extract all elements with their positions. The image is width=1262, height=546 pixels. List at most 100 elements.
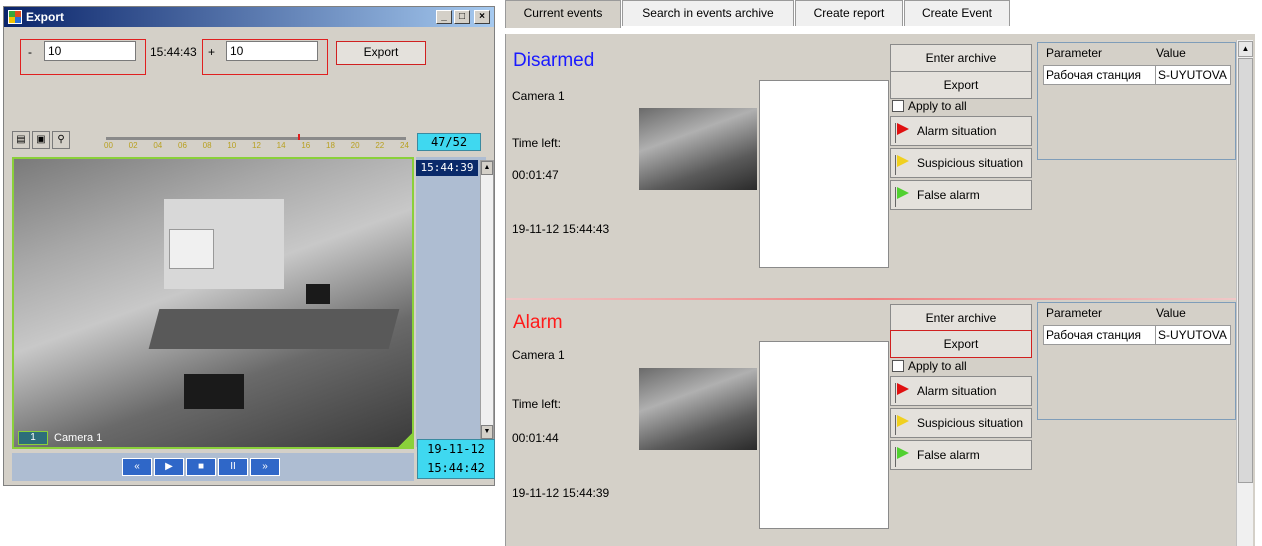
parameter-cell[interactable]: Рабочая станция bbox=[1043, 65, 1156, 85]
time-text: 15:44:42 bbox=[427, 461, 485, 475]
timeline-tick: 14 bbox=[276, 141, 286, 150]
scroll-down-icon[interactable]: ▼ bbox=[481, 425, 493, 439]
scroll-up-icon[interactable]: ▲ bbox=[1238, 41, 1253, 57]
camera-number: 1 bbox=[18, 431, 48, 445]
apply-to-all-label: Apply to all bbox=[908, 359, 967, 373]
app-icon bbox=[8, 10, 22, 24]
alarm-situation-button[interactable]: Alarm situation bbox=[890, 376, 1032, 406]
timeline-marker[interactable] bbox=[298, 134, 300, 140]
timeline-slider[interactable]: 00 02 04 06 08 10 12 14 16 18 20 22 24 bbox=[102, 131, 410, 153]
suspicious-situation-button[interactable]: Suspicious situation bbox=[890, 148, 1032, 178]
plus-label: + bbox=[208, 45, 216, 59]
save-icon[interactable]: ▣ bbox=[32, 131, 50, 149]
zoom-icon[interactable]: ⚲ bbox=[52, 131, 70, 149]
yellow-flag-icon bbox=[897, 415, 909, 427]
time-left-label: Time left: bbox=[512, 136, 561, 150]
scroll-thumb[interactable] bbox=[1238, 58, 1253, 483]
event-export-button[interactable]: Export bbox=[890, 71, 1032, 99]
timeline-tick: 02 bbox=[128, 141, 138, 150]
yellow-flag-icon bbox=[897, 155, 909, 167]
apply-to-all-label: Apply to all bbox=[908, 99, 967, 113]
frame-counter: 47/52 bbox=[417, 133, 481, 151]
resize-handle[interactable] bbox=[398, 433, 412, 447]
apply-to-all-checkbox[interactable] bbox=[892, 100, 904, 112]
events-scrollbar[interactable]: ▲ bbox=[1236, 40, 1253, 546]
parameter-table: Parameter Value Рабочая станция S-UYUTOV… bbox=[1037, 42, 1236, 160]
video-scrollbar[interactable]: ▲ ▼ bbox=[480, 160, 494, 440]
export-window: Export _ □ × - 10 15:44:43 + 10 Export ▤… bbox=[3, 6, 495, 486]
datetime-display: 19-11-12 15:44:42 bbox=[417, 439, 495, 479]
play-button[interactable]: ▶ bbox=[154, 458, 184, 476]
event-camera: Camera 1 bbox=[512, 89, 565, 103]
timeline-tick: 20 bbox=[350, 141, 360, 150]
value-header: Value bbox=[1156, 306, 1186, 320]
time-left-label: Time left: bbox=[512, 397, 561, 411]
timeline-tick: 00 bbox=[104, 141, 113, 150]
alarm-situation-button[interactable]: Alarm situation bbox=[890, 116, 1032, 146]
timeline-tick: 16 bbox=[301, 141, 311, 150]
enter-archive-button[interactable]: Enter archive bbox=[890, 44, 1032, 72]
value-header: Value bbox=[1156, 46, 1186, 60]
parameter-cell[interactable]: Рабочая станция bbox=[1043, 325, 1156, 345]
tab-current-events[interactable]: Current events bbox=[505, 0, 621, 28]
event-camera: Camera 1 bbox=[512, 348, 565, 362]
event-timestamp: 19-11-12 15:44:43 bbox=[512, 222, 610, 236]
camera-video[interactable]: 1 Camera 1 bbox=[12, 157, 414, 449]
event-divider bbox=[506, 298, 1236, 300]
time-left-value: 00:01:47 bbox=[512, 168, 559, 182]
close-button[interactable]: × bbox=[474, 10, 490, 24]
title-bar[interactable]: Export _ □ × bbox=[4, 7, 494, 27]
event-comment-box[interactable] bbox=[759, 80, 889, 268]
tab-create-report[interactable]: Create report bbox=[795, 0, 903, 26]
center-time: 15:44:43 bbox=[150, 45, 197, 59]
value-cell[interactable]: S-UYUTOVA bbox=[1155, 325, 1231, 345]
timeline-tick: 04 bbox=[153, 141, 163, 150]
playback-controls: « ▶ ■ II » bbox=[12, 453, 414, 481]
timeline-tick: 22 bbox=[375, 141, 385, 150]
value-cell[interactable]: S-UYUTOVA bbox=[1155, 65, 1231, 85]
timeline-tick: 08 bbox=[202, 141, 212, 150]
false-alarm-button[interactable]: False alarm bbox=[890, 440, 1032, 470]
suspicious-situation-label: Suspicious situation bbox=[917, 156, 1024, 170]
green-flag-icon bbox=[897, 447, 909, 459]
tab-search-archive[interactable]: Search in events archive bbox=[622, 0, 794, 26]
parameter-header: Parameter bbox=[1046, 306, 1103, 320]
export-button[interactable]: Export bbox=[336, 41, 426, 65]
camera-name: Camera 1 bbox=[54, 432, 103, 444]
false-alarm-button[interactable]: False alarm bbox=[890, 180, 1032, 210]
suspicious-situation-button[interactable]: Suspicious situation bbox=[890, 408, 1032, 438]
timeline-tick: 18 bbox=[326, 141, 335, 150]
print-icon[interactable]: ▤ bbox=[12, 131, 30, 149]
event-status: Alarm bbox=[513, 312, 563, 333]
date-text: 19-11-12 bbox=[427, 442, 485, 456]
maximize-button[interactable]: □ bbox=[454, 10, 470, 24]
event-status: Disarmed bbox=[513, 50, 595, 71]
parameter-table: Parameter Value Рабочая станция S-UYUTOV… bbox=[1037, 302, 1236, 420]
apply-to-all-checkbox[interactable] bbox=[892, 360, 904, 372]
stop-button[interactable]: ■ bbox=[186, 458, 216, 476]
event-snapshot[interactable] bbox=[639, 108, 757, 190]
fast-forward-button[interactable]: » bbox=[250, 458, 280, 476]
green-flag-icon bbox=[897, 187, 909, 199]
time-left-value: 00:01:44 bbox=[512, 431, 559, 445]
event-snapshot[interactable] bbox=[639, 368, 757, 450]
suspicious-situation-label: Suspicious situation bbox=[917, 416, 1024, 430]
scroll-up-icon[interactable]: ▲ bbox=[481, 161, 493, 175]
alarm-situation-label: Alarm situation bbox=[917, 124, 997, 138]
false-alarm-label: False alarm bbox=[917, 188, 980, 202]
event-export-button[interactable]: Export bbox=[890, 330, 1032, 358]
parameter-header: Parameter bbox=[1046, 46, 1103, 60]
enter-archive-button[interactable]: Enter archive bbox=[890, 304, 1032, 332]
minus-seconds-input[interactable]: 10 bbox=[44, 41, 136, 61]
pause-button[interactable]: II bbox=[218, 458, 248, 476]
rewind-button[interactable]: « bbox=[122, 458, 152, 476]
red-flag-icon bbox=[897, 383, 909, 395]
event-comment-box[interactable] bbox=[759, 341, 889, 529]
tab-create-event[interactable]: Create Event bbox=[904, 0, 1010, 26]
timeline-ticks: 00 02 04 06 08 10 12 14 16 18 20 22 24 bbox=[102, 141, 410, 153]
timeline-tick: 24 bbox=[400, 141, 409, 150]
video-time: 15:44:39 bbox=[416, 160, 478, 176]
plus-seconds-input[interactable]: 10 bbox=[226, 41, 318, 61]
minimize-button[interactable]: _ bbox=[436, 10, 452, 24]
red-flag-icon bbox=[897, 123, 909, 135]
